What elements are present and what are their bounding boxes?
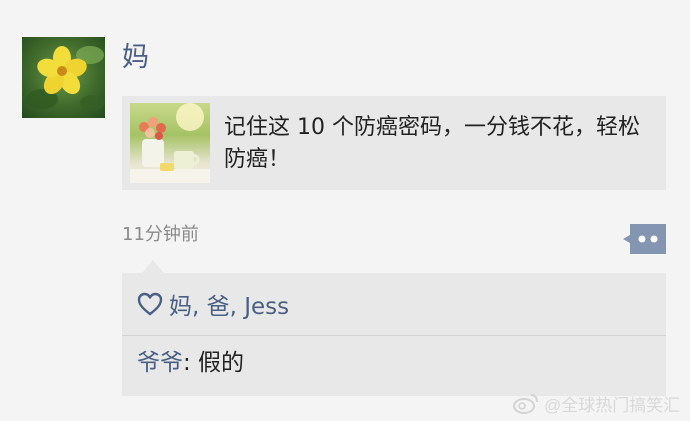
likers-list[interactable]: 妈, 爸, Jess	[169, 287, 289, 321]
author-name[interactable]: 妈	[122, 40, 149, 76]
comment-button[interactable]	[623, 224, 666, 254]
heart-icon	[137, 292, 163, 316]
comment-text: : 假的	[183, 350, 245, 376]
yellow-flower-icon	[26, 46, 104, 111]
interaction-box: 妈, 爸, Jess 爷爷: 假的	[122, 273, 666, 396]
link-thumbnail	[130, 103, 210, 183]
weibo-logo-icon	[513, 394, 538, 414]
interaction-box-pointer	[142, 260, 164, 273]
more-dots-icon	[623, 224, 666, 254]
author-avatar[interactable]	[22, 37, 105, 118]
watermark: @全球热门搞笑汇	[512, 392, 681, 415]
shared-link-card[interactable]: 记住这 10 个防癌密码，一分钱不花，轻松防癌！	[122, 96, 666, 190]
comment-item[interactable]: 爷爷: 假的	[137, 347, 244, 379]
link-title: 记住这 10 个防癌密码，一分钱不花，轻松防癌！	[224, 115, 640, 172]
likes-row: 妈, 爸, Jess	[122, 273, 666, 335]
divider	[122, 335, 666, 336]
watermark-text: @全球热门搞笑汇	[544, 395, 681, 415]
flowers-teacup-icon	[130, 103, 210, 183]
post-timestamp: 11分钟前	[122, 224, 199, 245]
comment-author[interactable]: 爷爷	[137, 350, 183, 376]
